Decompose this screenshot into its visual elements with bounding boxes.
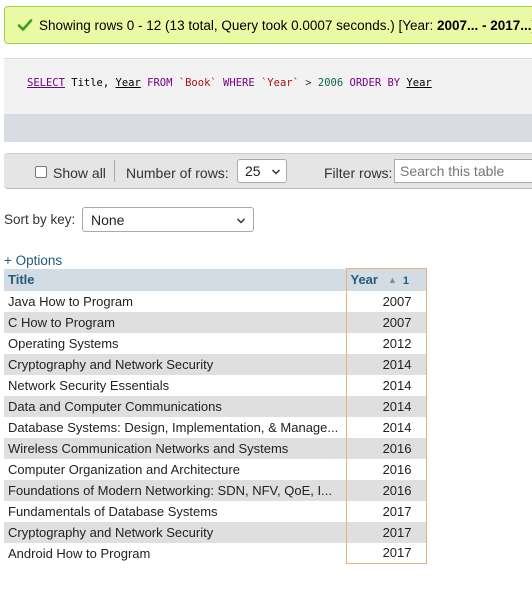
navigation-toolbar: Show all Number of rows: 25 Filter rows:…: [4, 153, 532, 189]
cell-title[interactable]: C How to Program: [4, 311, 346, 333]
cell-title[interactable]: Network Security Essentials: [4, 374, 346, 396]
query-actions-bar: [4, 114, 532, 142]
cell-year[interactable]: 2017: [345, 542, 427, 564]
cell-year[interactable]: 2017: [345, 500, 427, 522]
cell-title[interactable]: Android How to Program: [4, 542, 346, 564]
cell-title[interactable]: Computer Organization and Architecture: [4, 458, 346, 480]
cell-year[interactable]: 2016: [345, 479, 427, 501]
table-row[interactable]: Database Systems: Design, Implementation…: [4, 416, 427, 438]
sql-keyword-select[interactable]: SELECT: [27, 77, 65, 89]
show-all-checkbox[interactable]: [35, 166, 47, 178]
cell-year[interactable]: 2014: [345, 353, 427, 375]
cell-title[interactable]: Java How to Program: [4, 290, 346, 312]
table-header-row: Title Year ▲ 1: [4, 268, 427, 291]
table-row[interactable]: C How to Program 2007: [4, 311, 427, 333]
cell-title[interactable]: Wireless Communication Networks and Syst…: [4, 437, 346, 459]
table-row[interactable]: Data and Computer Communications 2014: [4, 395, 427, 417]
table-row[interactable]: Fundamentals of Database Systems 2017: [4, 500, 427, 522]
sql-order-column[interactable]: Year: [406, 77, 431, 89]
column-header-year[interactable]: Year ▲ 1: [345, 268, 427, 291]
results-table: Title Year ▲ 1 Java How to Program 2007 C Ho…: [4, 268, 427, 564]
cell-year[interactable]: 2014: [345, 395, 427, 417]
sort-by-key-label: Sort by key:: [4, 212, 76, 227]
cell-year[interactable]: 2016: [345, 437, 427, 459]
cell-year[interactable]: 2012: [345, 332, 427, 354]
cell-year[interactable]: 2007: [345, 311, 427, 333]
check-icon: [17, 19, 33, 31]
cell-title[interactable]: Database Systems: Design, Implementation…: [4, 416, 346, 438]
filter-rows-label: Filter rows:: [324, 165, 393, 181]
table-row[interactable]: Java How to Program 2007: [4, 290, 427, 312]
sql-query: SELECT Title, Year FROM `Book` WHERE `Ye…: [27, 77, 432, 89]
table-row[interactable]: Android How to Program 2017: [4, 542, 427, 564]
chevron-down-icon: [237, 218, 245, 224]
sql-column-year[interactable]: Year: [116, 77, 141, 89]
table-row[interactable]: Cryptography and Network Security 2017: [4, 521, 427, 543]
table-row[interactable]: Operating Systems 2012: [4, 332, 427, 354]
show-all-label[interactable]: Show all: [53, 165, 106, 181]
filter-rows-input[interactable]: Search this table: [394, 159, 532, 183]
table-row[interactable]: Computer Organization and Architecture 20…: [4, 458, 427, 480]
sort-by-key-select[interactable]: None: [82, 207, 254, 232]
number-of-rows-select[interactable]: 25: [237, 159, 287, 183]
sort-order-number: 1: [402, 275, 410, 288]
table-row[interactable]: Wireless Communication Networks and Syst…: [4, 437, 427, 459]
cell-year[interactable]: 2017: [345, 521, 427, 543]
sort-ascending-icon[interactable]: ▲: [388, 275, 397, 285]
cell-year[interactable]: 2014: [345, 374, 427, 396]
table-row[interactable]: Cryptography and Network Security 2014: [4, 353, 427, 375]
table-row[interactable]: Foundations of Modern Networking: SDN, N…: [4, 479, 427, 501]
column-header-title[interactable]: Title: [4, 268, 346, 291]
message-text: Showing rows 0 - 12 (13 total, Query too…: [39, 17, 532, 33]
success-message: Showing rows 0 - 12 (13 total, Query too…: [4, 6, 532, 44]
cell-year[interactable]: 2014: [345, 416, 427, 438]
toolbar-divider: [114, 160, 115, 182]
chevron-down-icon: [272, 169, 280, 175]
options-link[interactable]: + Options: [4, 253, 62, 268]
cell-title[interactable]: Foundations of Modern Networking: SDN, N…: [4, 479, 346, 501]
cell-title[interactable]: Fundamentals of Database Systems: [4, 500, 346, 522]
cell-title[interactable]: Data and Computer Communications: [4, 395, 346, 417]
cell-year[interactable]: 2007: [345, 290, 427, 312]
table-row[interactable]: Network Security Essentials 2014: [4, 374, 427, 396]
cell-title[interactable]: Cryptography and Network Security: [4, 353, 346, 375]
sql-query-box: SELECT Title, Year FROM `Book` WHERE `Ye…: [4, 58, 532, 115]
cell-year[interactable]: 2016: [345, 458, 427, 480]
cell-title[interactable]: Operating Systems: [4, 332, 346, 354]
cell-title[interactable]: Cryptography and Network Security: [4, 521, 346, 543]
number-of-rows-label: Number of rows:: [126, 165, 229, 181]
